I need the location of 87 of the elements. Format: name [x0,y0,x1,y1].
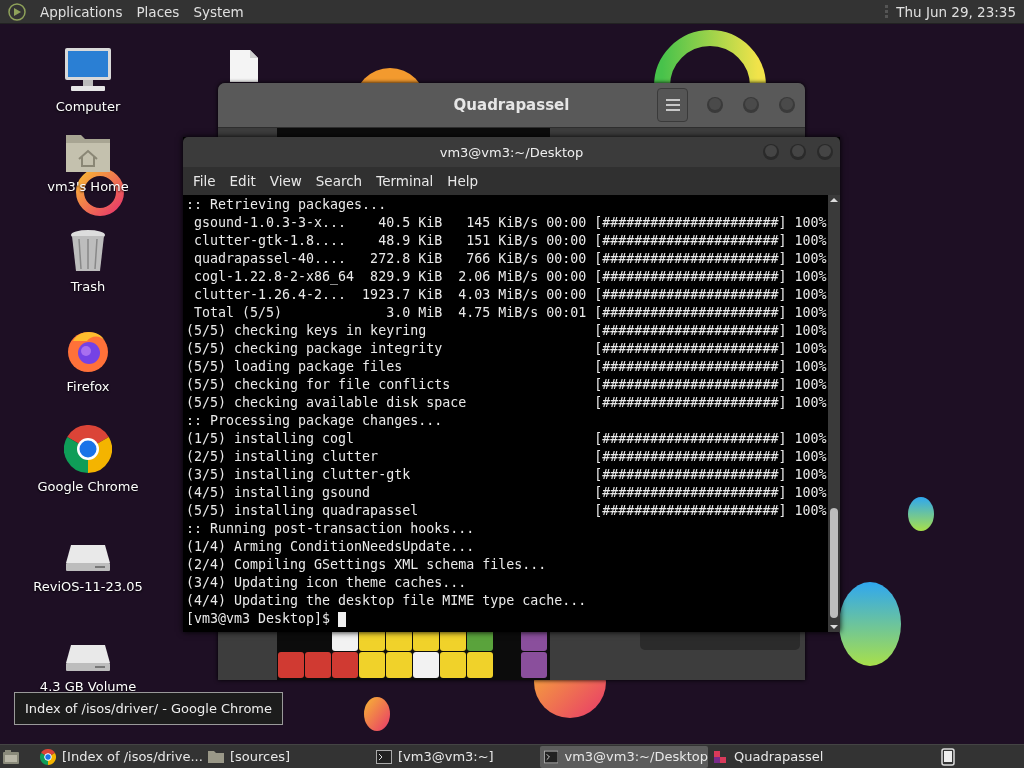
progress-readout: [######################] 100% [594,484,827,502]
taskbar-item[interactable]: vm3@vm3:~/Desktop [540,745,708,768]
drive-icon[interactable] [65,643,111,673]
terminal-line: :: Processing package changes... [186,412,443,430]
menu-logo-icon[interactable] [8,2,26,21]
window-title: vm3@vm3:~/Desktop [439,144,584,160]
computer-icon[interactable] [63,47,113,93]
clock[interactable]: Thu Jun 29, 23:35 [896,3,1016,20]
terminal-line: (5/5) checking for file conflicts [186,376,452,394]
taskbar-item[interactable]: [vm3@vm3:~] [372,745,540,768]
terminal-line: :: Running post-transaction hooks... [186,520,475,538]
terminal-line: (5/5) installing quadrapassel [186,502,420,520]
progress-readout: [######################] 100% [594,394,827,412]
terminal-line: (1/5) installing cogl [186,430,356,448]
progress-readout: [######################] 100% [594,340,827,358]
text-cursor [338,611,347,627]
scroll-down-icon[interactable] [828,622,840,632]
progress-readout: [######################] 100% [594,250,827,268]
separator-grip-icon [885,3,889,20]
terminal-line: Total (5/5) 3.0 MiB 4.75 MiB/s 00:01 [193,304,588,322]
progress-readout: [######################] 100% [594,286,827,304]
drive-icon[interactable] [65,543,111,573]
progress-readout: [######################] 100% [594,430,827,448]
menu-icon [664,98,681,112]
progress-readout: [######################] 100% [594,304,827,322]
panel-menu[interactable]: System [186,3,251,20]
taskbar-item[interactable]: [Index of /isos/drive... [36,745,204,768]
terminal-icon [544,749,559,764]
terminal-line: (5/5) checking available disk space [186,394,468,412]
terminal-line: (5/5) checking package integrity [186,340,444,358]
desktop-icon-label[interactable]: Trash [70,279,106,294]
terminal-line: (3/4) Updating icon theme caches... [186,574,467,592]
desktop-icon-label[interactable]: Google Chrome [37,479,139,494]
progress-readout: [######################] 100% [594,358,827,376]
window-title: Quadrapassel [453,96,570,114]
chrome-icon [40,748,56,765]
scrollbar[interactable] [828,195,840,632]
device-icon[interactable] [941,747,955,766]
desktop-icon-label[interactable]: Computer [55,99,121,114]
progress-readout: [######################] 100% [594,322,827,340]
shell-prompt: [vm3@vm3 Desktop]$ [186,610,331,628]
desktop-icon-label[interactable]: 4.3 GB Volume [39,679,137,694]
terminal-line: clutter-1.26.4-2... 1923.7 KiB 4.03 MiB/s 00:00 [193,286,588,304]
folder-icon [208,749,224,764]
taskbar-item[interactable]: [sources] [204,745,372,768]
chrome-icon[interactable] [64,425,112,473]
blocks-icon [712,748,728,765]
progress-readout: [######################] 100% [594,448,827,466]
terminal-icon [376,749,392,764]
show-desktop-icon[interactable] [2,748,20,765]
trash-icon[interactable] [69,229,107,273]
menu-item[interactable]: Search [308,173,370,189]
terminal-line: (4/4) Updating the desktop file MIME type cache... [186,592,587,610]
terminal-line: quadrapassel-40.... 272.8 KiB 766 KiB/s 00:00 [193,250,588,268]
terminal-line: gsound-1.0.3-3-x... 40.5 KiB 145 KiB/s 00:00 [193,214,588,232]
terminal-line: (1/4) Arming ConditionNeedsUpdate... [186,538,475,556]
progress-readout: [######################] 100% [594,376,827,394]
terminal-line: clutter-gtk-1.8.... 48.9 KiB 151 KiB/s 00:00 [193,232,588,250]
scroll-thumb[interactable] [830,508,838,618]
panel-menu[interactable]: Places [129,3,187,20]
progress-readout: [######################] 100% [594,466,827,484]
wallpaper-blob [364,697,390,731]
menu-item[interactable]: Terminal [369,173,441,189]
terminal-line: (4/5) installing gsound [186,484,372,502]
terminal-line: cogl-1.22.8-2-x86_64 829.9 KiB 2.06 MiB/s 00:00 [193,268,588,286]
document-icon[interactable] [228,49,260,83]
wallpaper-blob [908,497,934,531]
terminal-line: (3/5) installing clutter-gtk [186,466,412,484]
progress-readout: [######################] 100% [594,214,827,232]
progress-readout: [######################] 100% [594,502,827,520]
menu-item[interactable]: File [186,173,223,189]
progress-readout: [######################] 100% [594,268,827,286]
progress-readout: [######################] 100% [594,232,827,250]
menu-item[interactable]: View [262,173,309,189]
menu-item[interactable]: Edit [222,173,263,189]
terminal-line: (5/5) checking keys in keyring [186,322,428,340]
desktop-icon-label[interactable]: ReviOS-11-23.05 [33,579,143,594]
tooltip: Index of /isos/driver/ - Google Chrome [14,692,283,725]
desktop-icon-label[interactable]: Firefox [66,379,110,394]
terminal-line: :: Retrieving packages... [186,196,387,214]
terminal-line: (2/4) Compiling GSettings XML schema files... [186,556,547,574]
panel-menu[interactable]: Applications [33,3,130,20]
menu-button[interactable] [657,88,688,122]
terminal-line: (5/5) loading package files [186,358,404,376]
taskbar-item[interactable]: Quadrapassel [708,745,876,768]
menu-item[interactable]: Help [440,173,486,189]
terminal-line: (2/5) installing clutter [186,448,380,466]
